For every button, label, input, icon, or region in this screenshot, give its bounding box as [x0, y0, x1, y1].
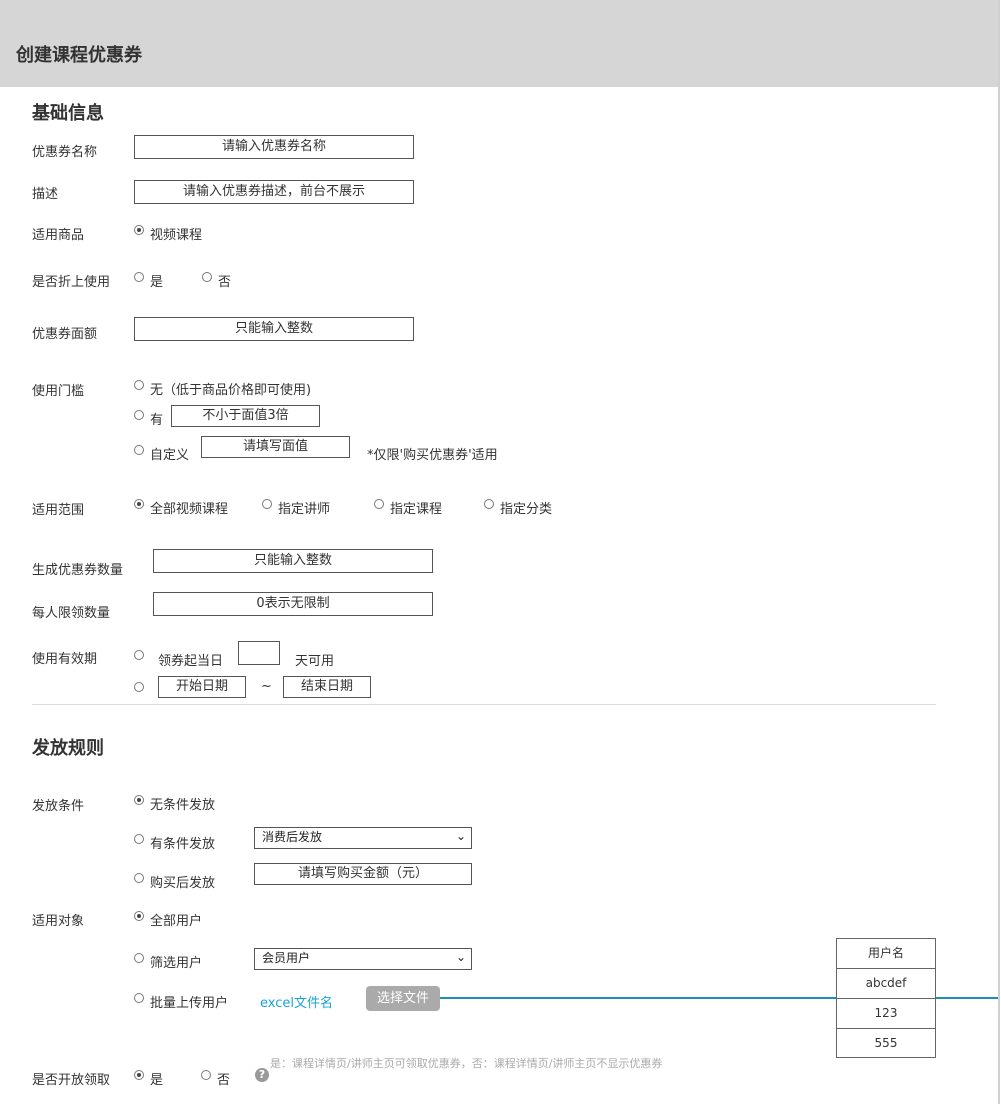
cond-purchase-label: 购买后发放 — [150, 876, 216, 891]
per-user-limit-input[interactable]: 0表示无限制 — [153, 592, 433, 616]
end-date-input[interactable]: 结束日期 — [283, 676, 371, 698]
chevron-down-icon: ⌄ — [455, 950, 466, 964]
open-claim-label: 是否开放领取 — [32, 1073, 111, 1088]
coupon-count-label: 生成优惠券数量 — [32, 563, 124, 578]
scope-all-radio[interactable] — [134, 499, 144, 509]
target-type-select[interactable]: 会员用户 ⌄ — [254, 948, 472, 970]
validity-days-text: 天可用 — [295, 654, 335, 669]
scope-category-radio[interactable] — [484, 499, 494, 509]
threshold-note: *仅限'购买优惠券'适用 — [367, 448, 498, 463]
scope-teacher-label: 指定讲师 — [278, 502, 331, 517]
coupon-name-label: 优惠券名称 — [32, 145, 98, 160]
open-claim-hint: 是：课程详情页/讲师主页可领取优惠券，否：课程详情页/讲师主页不显示优惠券 — [270, 1057, 663, 1070]
chevron-down-icon: ⌄ — [455, 829, 466, 843]
discount-no-label: 否 — [218, 275, 232, 290]
description-input[interactable]: 请输入优惠券描述，前台不展示 — [134, 180, 414, 204]
scope-all-label: 全部视频课程 — [150, 502, 229, 517]
user-table-header: 用户名 — [836, 938, 936, 969]
discount-stack-label: 是否折上使用 — [32, 275, 111, 290]
cond-unconditional-radio[interactable] — [134, 795, 144, 805]
open-no-label: 否 — [217, 1073, 231, 1088]
target-label: 适用对象 — [32, 914, 85, 929]
discount-no-radio[interactable] — [202, 272, 212, 282]
scope-teacher-radio[interactable] — [262, 499, 272, 509]
cond-conditional-radio[interactable] — [134, 834, 144, 844]
per-user-limit-label: 每人限领数量 — [32, 606, 111, 621]
cond-type-select[interactable]: 消费后发放 ⌄ — [254, 827, 472, 849]
validity-label: 使用有效期 — [32, 652, 98, 667]
target-filter-radio[interactable] — [134, 953, 144, 963]
threshold-none-label: 无（低于商品价格即可使用) — [150, 383, 312, 398]
page-title: 创建课程优惠券 — [16, 45, 142, 66]
issue-condition-label: 发放条件 — [32, 799, 85, 814]
validity-days-radio[interactable] — [134, 650, 144, 660]
threshold-none-radio[interactable] — [134, 380, 144, 390]
target-upload-radio[interactable] — [134, 993, 144, 1003]
coupon-count-input[interactable]: 只能输入整数 — [153, 549, 433, 573]
scope-course-label: 指定课程 — [390, 502, 443, 517]
section-title-rules: 发放规则 — [32, 738, 104, 759]
section-divider — [32, 704, 936, 705]
threshold-custom-label: 自定义 — [150, 448, 190, 463]
open-no-radio[interactable] — [201, 1070, 211, 1080]
discount-yes-radio[interactable] — [134, 272, 144, 282]
target-all-label: 全部用户 — [150, 914, 203, 929]
face-value-label: 优惠券面额 — [32, 327, 98, 342]
threshold-custom-radio[interactable] — [134, 445, 144, 455]
right-border — [998, 0, 1000, 1104]
validity-from-text: 领券起当日 — [158, 654, 224, 669]
scope-category-label: 指定分类 — [500, 502, 553, 517]
cond-purchase-radio[interactable] — [134, 873, 144, 883]
target-upload-label: 批量上传用户 — [150, 996, 229, 1011]
help-icon[interactable]: ? — [255, 1068, 269, 1082]
threshold-has-label: 有 — [150, 413, 164, 428]
page-header — [0, 0, 998, 87]
coupon-name-input[interactable]: 请输入优惠券名称 — [134, 135, 414, 159]
goods-video-label: 视频课程 — [150, 228, 203, 243]
purchase-amount-input[interactable]: 请填写购买金额（元） — [254, 863, 472, 885]
threshold-has-radio[interactable] — [134, 410, 144, 420]
cond-unconditional-label: 无条件发放 — [150, 798, 216, 813]
open-yes-radio[interactable] — [134, 1070, 144, 1080]
target-filter-label: 筛选用户 — [150, 956, 203, 971]
date-range-tilde: ~ — [261, 679, 272, 694]
validity-range-radio[interactable] — [134, 682, 144, 692]
validity-days-input[interactable] — [238, 641, 280, 665]
goods-video-radio[interactable] — [134, 225, 144, 235]
threshold-has-input[interactable]: 不小于面值3倍 — [171, 405, 320, 427]
scope-label: 适用范围 — [32, 503, 85, 518]
table-row: 555 — [836, 1028, 936, 1058]
goods-label: 适用商品 — [32, 228, 85, 243]
table-row: 123 — [836, 998, 936, 1029]
table-row: abcdef — [836, 968, 936, 999]
target-type-select-value: 会员用户 — [262, 951, 311, 965]
open-yes-label: 是 — [150, 1073, 164, 1088]
choose-file-button[interactable]: 选择文件 — [366, 986, 440, 1011]
discount-yes-label: 是 — [150, 275, 164, 290]
cond-conditional-label: 有条件发放 — [150, 837, 216, 852]
target-all-radio[interactable] — [134, 911, 144, 921]
start-date-input[interactable]: 开始日期 — [158, 676, 246, 698]
cond-type-select-value: 消费后发放 — [262, 830, 323, 844]
threshold-label: 使用门槛 — [32, 384, 85, 399]
face-value-input[interactable]: 只能输入整数 — [134, 317, 414, 341]
threshold-custom-input[interactable]: 请填写面值 — [201, 436, 350, 458]
section-title-basic: 基础信息 — [32, 103, 104, 124]
scope-course-radio[interactable] — [374, 499, 384, 509]
excel-file-link[interactable]: excel文件名 — [260, 992, 333, 1011]
description-label: 描述 — [32, 187, 59, 202]
